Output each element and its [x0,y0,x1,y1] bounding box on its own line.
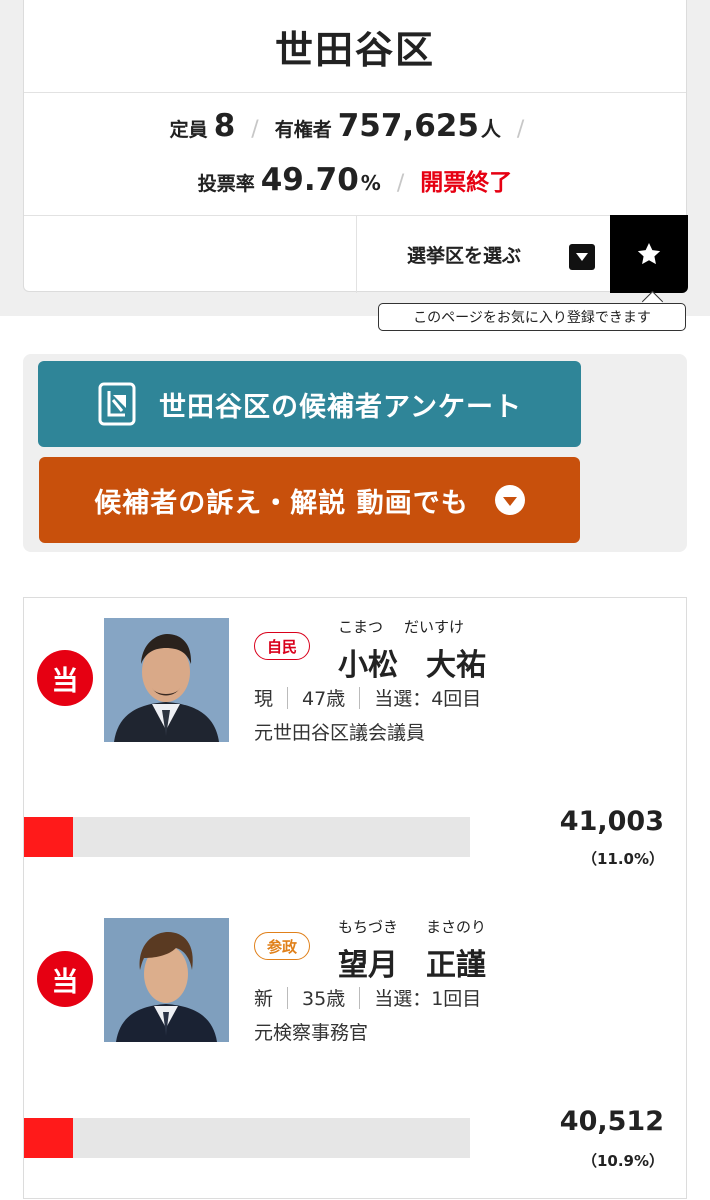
district-actions: 選挙区を選ぶ [24,215,688,293]
name-kana-family: こまつ [338,618,384,636]
voters-label: 有権者 [274,119,332,141]
vote-count: 41,003 [559,806,664,837]
name-kana-given: だいすけ [404,618,465,636]
candidate-photo [104,918,229,1042]
candidate-video-label: 候補者の訴え・解説 動画でも [94,487,469,519]
dropdown-triangle-icon[interactable] [569,244,595,270]
candidate-career: 元世田谷区議会議員 [254,722,426,744]
turnout-value: 49.70 [260,162,359,198]
survey-document-icon [98,382,136,426]
incumbency-status: 新 [254,988,274,1010]
star-icon [637,242,661,265]
seats-label: 定員 [169,119,208,141]
count-status: 開票終了 [420,170,513,196]
vote-share: （11.0%） [581,850,664,868]
vote-count: 40,512 [559,1106,664,1137]
candidate-meta: 現 47歳 当選：4回目 [254,684,481,711]
vote-share-bar [24,817,470,857]
vote-share: （10.9%） [581,1152,664,1170]
turnout-unit: % [360,171,381,195]
elected-count: 当選：1回目 [374,988,482,1010]
favorite-tooltip: このページをお気に入り登録できます [378,303,686,331]
candidate-photo [104,618,229,742]
stat-separator: / [396,171,405,196]
voters-value: 757,625 [337,108,479,144]
candidate-meta: 新 35歳 当選：1回目 [254,984,481,1011]
name-kana-given: まさのり [426,918,487,936]
incumbency-status: 現 [254,688,274,710]
vote-share-bar [24,1118,470,1158]
candidate-name-given: 大祐 [426,648,486,683]
seats-value: 8 [213,108,236,144]
district-summary-card: 世田谷区 定員 8 / 有権者 757,625 人 / 投票率 49.70 % … [23,0,688,293]
name-kana-family: もちづき [338,918,399,936]
candidate-survey-button[interactable]: 世田谷区の候補者アンケート [38,361,581,447]
candidate-name-family: 小松 [338,648,398,683]
candidate-name-family: 望月 [338,948,398,983]
party-badge: 参政 [254,932,311,960]
voters-unit: 人 [480,117,501,141]
candidate-career: 元検察事務官 [254,1022,369,1044]
select-district-button[interactable]: 選挙区を選ぶ [357,216,609,293]
stat-separator: / [251,117,259,142]
expand-circle-icon [494,485,525,515]
favorite-button[interactable] [610,215,688,293]
select-district-label: 選挙区を選ぶ [407,245,522,267]
candidate-card[interactable]: 当 参政 もちづき まさのり 望月 正謹 新 35歳 当選：1回目 元検察事務官… [23,898,687,1199]
candidate-survey-label: 世田谷区の候補者アンケート [159,391,522,423]
candidate-card[interactable]: 当 自民 こまつ だいすけ 小松 大祐 現 47歳 当選：4回目 元世田谷区議会… [23,597,687,899]
stat-separator: / [516,117,525,142]
candidate-age: 35歳 [302,988,346,1010]
district-title: 世田谷区 [24,0,686,93]
elected-badge: 当 [37,650,93,706]
district-stats-line-2: 投票率 49.70 % / 開票終了 [24,162,686,198]
candidate-name-given: 正謹 [426,948,486,983]
vote-share-fill [24,1118,73,1158]
district-stats-line-1: 定員 8 / 有権者 757,625 人 / [24,108,686,144]
vote-share-fill [24,817,74,857]
candidate-video-button[interactable]: 候補者の訴え・解説 動画でも [39,457,580,543]
party-badge: 自民 [254,632,311,660]
turnout-label: 投票率 [197,173,255,195]
candidate-age: 47歳 [302,688,346,710]
elected-count: 当選：4回目 [374,688,482,710]
elected-badge: 当 [37,951,93,1007]
